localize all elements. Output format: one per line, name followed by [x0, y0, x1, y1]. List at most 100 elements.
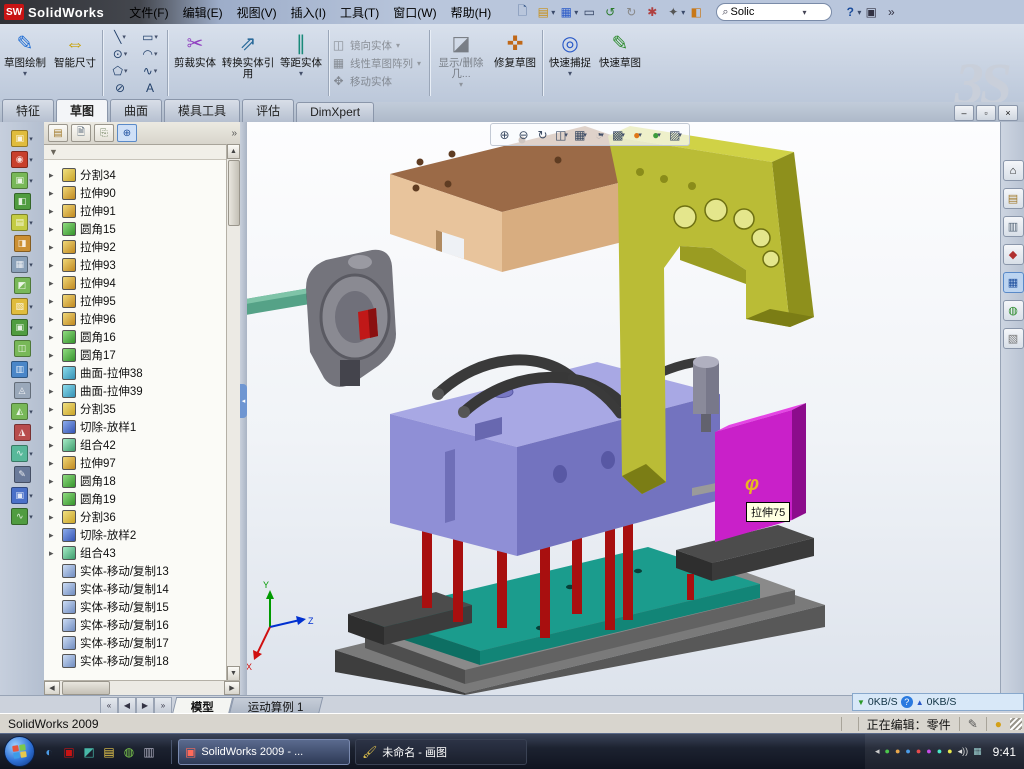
custom-properties-icon[interactable]: ▧ — [1003, 328, 1024, 349]
feature-tree-item[interactable]: ▸ 拉伸91 — [44, 202, 240, 220]
folder-icon[interactable]: ▤ — [101, 744, 117, 760]
menu-view[interactable]: 视图(V) — [230, 1, 284, 24]
tag-icon[interactable]: ● — [986, 717, 1010, 731]
expand-arrow-icon[interactable]: ▸ — [49, 170, 58, 181]
spline-icon[interactable]: ∿▾ — [135, 62, 165, 79]
feature-tree-item[interactable]: ▸ 实体-移动/复制13 — [44, 562, 240, 580]
circle-icon[interactable]: ⊙▾ — [105, 45, 135, 62]
feature-tree-item[interactable]: ▸ 实体-移动/复制14 — [44, 580, 240, 598]
cad-tool-icon[interactable]: ▣▾ — [11, 487, 33, 504]
expand-arrow-icon[interactable]: ▸ — [49, 404, 58, 415]
network-icon[interactable]: ▦ — [973, 747, 982, 756]
tray-icon[interactable]: ● — [905, 747, 910, 756]
feature-tree-item[interactable]: ▸ 组合42 — [44, 436, 240, 454]
expand-arrow-icon[interactable]: ▸ — [49, 548, 58, 559]
featuremanager-tab-icon[interactable]: ▤ — [48, 124, 68, 142]
feature-tree-item[interactable]: ▸ 实体-移动/复制18 — [44, 652, 240, 670]
feature-tree-item[interactable]: ▸ 实体-移动/复制17 — [44, 634, 240, 652]
first-tab-icon[interactable]: « — [100, 697, 118, 714]
cad-tool-icon[interactable]: ✎ — [14, 466, 31, 483]
tray-icon[interactable]: ● — [895, 747, 900, 756]
expand-arrow-icon[interactable]: ▸ — [49, 386, 58, 397]
feature-tree-item[interactable]: ▸ 拉伸96 — [44, 310, 240, 328]
file-explorer-icon[interactable]: ▦ — [1003, 272, 1024, 293]
panel-collapse-handle[interactable]: ◂ — [240, 384, 247, 418]
feature-tree-item[interactable]: ▸ 切除-放样1 — [44, 418, 240, 436]
expand-arrow-icon[interactable]: ▸ — [49, 260, 58, 271]
task-solidworks[interactable]: ▣ SolidWorks 2009 - ... — [178, 739, 350, 765]
menu-edit[interactable]: 编辑(E) — [176, 1, 230, 24]
appearance-icon[interactable]: ◧ — [686, 3, 706, 21]
feature-tree-item[interactable]: ▸ 圆角18 — [44, 472, 240, 490]
solidworks-launcher-icon[interactable]: ▣ — [61, 744, 77, 760]
expand-arrow-icon[interactable]: ▸ — [49, 206, 58, 217]
view-orientation-icon[interactable]: ▦▾ — [572, 126, 589, 143]
minimize-button[interactable]: – — [954, 105, 974, 121]
search-input[interactable] — [728, 5, 802, 19]
desktop-icon[interactable]: ▥ — [141, 744, 157, 760]
prev-tab-icon[interactable]: ◀ — [118, 697, 136, 714]
cad-tool-icon[interactable]: ◧ — [14, 193, 31, 210]
feature-tree-item[interactable]: ▸ 曲面-拉伸39 — [44, 382, 240, 400]
feature-tree-item[interactable]: ▸ 圆角17 — [44, 346, 240, 364]
network-monitor-widget[interactable]: ▼ 0KB/S ? ▲ 0KB/S — [852, 693, 1024, 711]
feature-tree-item[interactable]: ▸ 拉伸90 — [44, 184, 240, 202]
tab-motion-study[interactable]: 运动算例 1 — [229, 697, 323, 714]
feature-tree-item[interactable]: ▸ 拉伸94 — [44, 274, 240, 292]
trim-entities-button[interactable]: ✂ 剪裁实体 — [171, 26, 219, 100]
expand-arrow-icon[interactable]: ▸ — [49, 350, 58, 361]
panel-splitter[interactable]: ◂ — [240, 122, 247, 695]
feature-tree-item[interactable]: ▸ 圆角19 — [44, 490, 240, 508]
cad-tool-icon[interactable]: ▧▾ — [11, 298, 33, 315]
expand-arrow-icon[interactable]: ▸ — [49, 440, 58, 451]
print-icon[interactable]: ▭ — [579, 3, 599, 21]
cad-tool-icon[interactable]: ◭▾ — [11, 403, 33, 420]
next-tab-icon[interactable]: ▶ — [136, 697, 154, 714]
cad-tool-icon[interactable]: ▣▾ — [11, 172, 33, 189]
graphics-viewport[interactable]: φ Y Z X ◂ ⊕ ⊖ ↻ ◫▾ ▦▾ ◔▾ ▩▾ ●▾ ●▾ ▨▾ 拉伸7… — [240, 122, 1000, 695]
search-dropdown-icon[interactable]: ▾ — [802, 8, 806, 17]
text-icon[interactable]: A — [135, 79, 165, 96]
expand-arrow-icon[interactable]: ▸ — [49, 224, 58, 235]
expand-arrow-icon[interactable]: ▸ — [49, 188, 58, 199]
scroll-left-icon[interactable]: ◀ — [44, 681, 60, 695]
feature-tree-item[interactable]: ▸ 拉伸95 — [44, 292, 240, 310]
cad-tool-icon[interactable]: ▣▾ — [11, 319, 33, 336]
dimxpertmanager-tab-icon[interactable]: ⊕ — [117, 124, 137, 142]
expand-arrow-icon[interactable]: ▸ — [49, 278, 58, 289]
scrollbar-thumb[interactable] — [228, 160, 240, 226]
cad-tool-icon[interactable]: ◉▾ — [11, 151, 33, 168]
configurationmanager-tab-icon[interactable]: ⎘ — [94, 124, 114, 142]
toolbar-overflow-icon[interactable]: » — [881, 3, 901, 21]
rapid-sketch-button[interactable]: ✎ 快速草图 — [596, 26, 644, 100]
part-sprue-insert[interactable] — [240, 250, 396, 387]
expand-arrow-icon[interactable]: ▸ — [49, 314, 58, 325]
cad-tool-icon[interactable]: ▥▾ — [11, 361, 33, 378]
expand-arrow-icon[interactable]: ▸ — [49, 368, 58, 379]
solidworks-websites-icon[interactable]: ◍ — [1003, 300, 1024, 321]
tray-icon[interactable]: ● — [947, 747, 952, 756]
sketch-status-icon[interactable]: ✎ — [959, 717, 986, 731]
tray-icon[interactable]: ● — [885, 747, 890, 756]
quick-snaps-button[interactable]: ◎ 快速捕捉 ▾ — [546, 26, 594, 100]
help-bubble-icon[interactable]: ? — [901, 696, 913, 708]
browser-icon[interactable]: ◐ — [41, 744, 57, 760]
cad-tool-icon[interactable]: ◮ — [14, 424, 31, 441]
home-icon[interactable]: ⌂ — [1003, 160, 1024, 181]
fullscreen-icon[interactable]: ▣ — [861, 3, 881, 21]
save-icon[interactable]: ▦ — [556, 3, 576, 21]
feature-tree-item[interactable]: ▸ 分割34 — [44, 166, 240, 184]
hide-show-items-icon[interactable]: ▩▾ — [610, 126, 627, 143]
tab-dimxpert[interactable]: DimXpert — [296, 102, 374, 122]
zoom-area-icon[interactable]: ⊖ — [515, 126, 532, 143]
rebuild-icon[interactable]: ✱ — [642, 3, 662, 21]
feature-tree-item[interactable]: ▸ 切除-放样2 — [44, 526, 240, 544]
propertymanager-tab-icon[interactable]: 🗎 — [71, 124, 91, 142]
tab-model[interactable]: 模型 — [172, 697, 233, 714]
expand-arrow-icon[interactable]: ▸ — [49, 296, 58, 307]
start-button[interactable] — [4, 736, 35, 767]
repair-sketch-button[interactable]: ✜ 修复草图 — [491, 26, 539, 100]
menu-window[interactable]: 窗口(W) — [386, 1, 443, 24]
expand-arrow-icon[interactable]: ▸ — [49, 458, 58, 469]
ellipse-icon[interactable]: ⊘ — [105, 79, 135, 96]
